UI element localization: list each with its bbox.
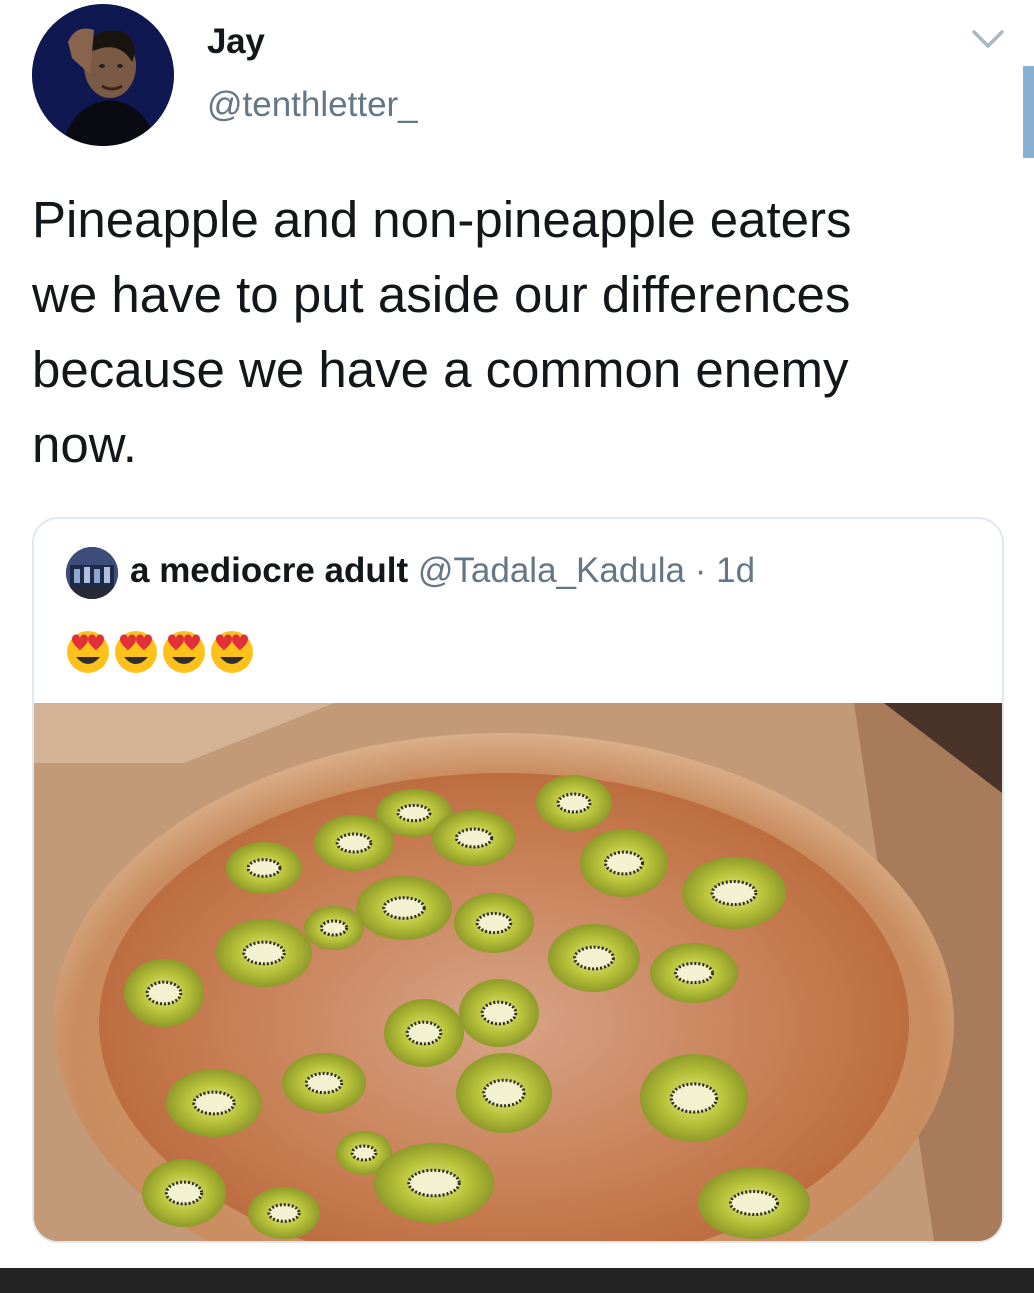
kiwi-slice [456,1053,552,1133]
kiwi-slice [314,815,394,871]
bottom-bar [0,1268,1034,1293]
tweet-text-line: because we have a common enemy [32,341,849,398]
tweet-text-line: we have to put aside our differences [32,266,851,323]
heart-eyes-emoji [64,627,112,675]
kiwi-slice [580,829,668,897]
kiwi-slice [142,1159,226,1227]
quoted-timestamp[interactable]: 1d [716,551,755,590]
heart-eyes-emoji [160,627,208,675]
kiwi-slice [226,842,302,894]
kiwi-slice [432,810,516,866]
quoted-tweet-text [64,627,256,675]
kiwi-slice [304,906,364,950]
kiwi-slice [682,857,786,929]
kiwi-slice [124,959,204,1027]
kiwi-slice [536,775,612,831]
kiwi-slice [698,1167,810,1239]
kiwi-slice [459,979,539,1047]
kiwi-slice [548,924,640,992]
kiwi-slice [640,1054,748,1142]
kiwi-slice [356,876,452,940]
kiwi-slice [454,893,534,953]
quoted-author-name[interactable]: a mediocre adult [130,551,408,590]
kiwi-slice [282,1053,366,1113]
quoted-tweet-card[interactable]: a mediocre adult @Tadala_Kadula · 1d [32,517,1004,1243]
quoted-tweet-header: a mediocre adult @Tadala_Kadula · 1d [130,551,755,591]
kiwi-slice [384,999,464,1067]
author-display-name[interactable]: Jay [207,22,265,62]
chevron-down-icon[interactable] [970,26,1006,54]
author-avatar-image [32,4,174,146]
kiwi-slice [374,1143,494,1223]
heart-eyes-emoji [112,627,160,675]
kiwi-slice [650,943,738,1003]
quoted-author-handle[interactable]: @Tadala_Kadula [418,551,685,590]
quoted-separator: · [694,551,707,590]
quoted-author-avatar[interactable] [66,547,118,599]
tweet-text-line: Pineapple and non-pineapple eaters [32,191,852,248]
tweet-text-line: now. [32,416,137,473]
kiwi-slice [216,919,312,987]
author-handle[interactable]: @tenthletter_ [207,85,418,125]
kiwi-slice [166,1069,262,1137]
tweet-text: Pineapple and non-pineapple eaters we ha… [32,182,992,482]
heart-eyes-emoji [208,627,256,675]
kiwi-slice [248,1187,320,1239]
scroll-indicator [1023,66,1034,158]
author-avatar[interactable] [32,4,174,146]
quoted-tweet-photo[interactable] [34,703,1002,1241]
